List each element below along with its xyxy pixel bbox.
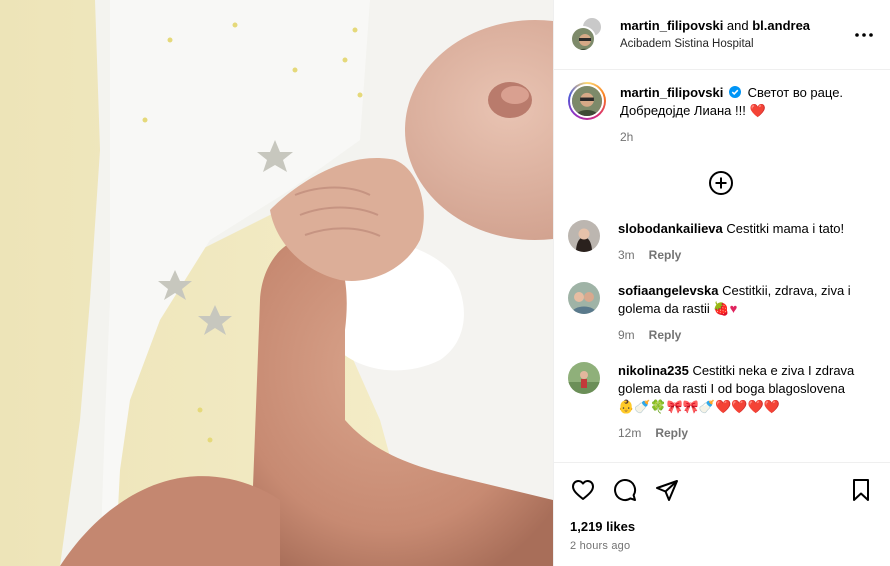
action-bar — [570, 473, 874, 507]
caption-meta: 2h — [620, 130, 874, 144]
caption-heart-emoji: ❤️ — [749, 103, 766, 118]
comment-meta: 9m Reply — [618, 328, 874, 342]
comment-emoji: 🍓♥ — [713, 301, 738, 316]
heart-icon[interactable] — [570, 477, 596, 503]
post-side-panel: martin_filipovski and bl.andrea Acibadem… — [553, 0, 890, 566]
comment-item: slobodankailieva Cestitki mama i tato! 3… — [568, 220, 874, 262]
caption-avatar[interactable] — [570, 84, 604, 118]
post-header: martin_filipovski and bl.andrea Acibadem… — [554, 0, 890, 70]
comment-meta: 3m Reply — [618, 248, 874, 262]
share-icon[interactable] — [654, 477, 680, 503]
comment-item: nikolina235 Cestitki neka e ziva I zdrav… — [568, 362, 874, 440]
verified-badge-icon — [728, 86, 741, 98]
reply-button[interactable]: Reply — [655, 426, 688, 440]
comments-section: martin_filipovski Светот во раце. Добред… — [554, 70, 890, 462]
post-footer: 1,219 likes 2 hours ago — [554, 462, 890, 566]
comment-username[interactable]: sofiaangelevska — [618, 283, 718, 298]
plus-circle-icon[interactable] — [708, 170, 734, 196]
post-location[interactable]: Acibadem Sistina Hospital — [620, 37, 852, 53]
bookmark-icon[interactable] — [848, 477, 874, 503]
comment-username[interactable]: slobodankailieva — [618, 221, 723, 236]
comment-time[interactable]: 12m — [618, 426, 641, 440]
post-photo[interactable] — [0, 0, 553, 566]
comment-avatar[interactable] — [568, 362, 600, 394]
comment-text: Cestitki mama i tato! — [726, 221, 845, 236]
and-text: and — [723, 17, 753, 33]
comment-avatar[interactable] — [568, 220, 600, 252]
caption-line2: Добредојде Лиана !!! — [620, 103, 746, 118]
comment-username[interactable]: nikolina235 — [618, 363, 689, 378]
comment-avatar[interactable] — [568, 282, 600, 314]
author-story-ring[interactable] — [568, 82, 606, 120]
comment-meta: 12m Reply — [618, 426, 874, 440]
comment-time[interactable]: 3m — [618, 248, 635, 262]
reply-button[interactable]: Reply — [649, 248, 682, 262]
likes-count[interactable]: 1,219 likes — [570, 519, 874, 534]
post-caption: martin_filipovski Светот во раце. Добред… — [568, 82, 874, 144]
comment-item: sofiaangelevska Cestitkii, zdrava, ziva … — [568, 282, 874, 342]
caption-username[interactable]: martin_filipovski — [620, 85, 723, 100]
comment-icon[interactable] — [612, 477, 638, 503]
more-options-icon[interactable] — [852, 23, 876, 47]
load-more-row — [568, 170, 874, 196]
caption-time[interactable]: 2h — [620, 130, 633, 144]
newborn-hand-photo — [0, 0, 553, 566]
comment-time[interactable]: 9m — [618, 328, 635, 342]
author-username[interactable]: martin_filipovski — [620, 18, 723, 33]
comment-emoji: 👶🍼🍀🎀🎀🍼❤️❤️❤️❤️ — [618, 399, 780, 414]
instagram-post: martin_filipovski and bl.andrea Acibadem… — [0, 0, 890, 566]
post-header-text: martin_filipovski and bl.andrea Acibadem… — [620, 17, 852, 52]
collaborator-username[interactable]: bl.andrea — [752, 18, 810, 33]
caption-line1: Светот во раце. — [747, 85, 844, 100]
post-timestamp[interactable]: 2 hours ago — [570, 540, 874, 552]
reply-button[interactable]: Reply — [649, 328, 682, 342]
collab-avatars[interactable] — [570, 15, 612, 54]
author-avatar[interactable] — [570, 25, 596, 52]
